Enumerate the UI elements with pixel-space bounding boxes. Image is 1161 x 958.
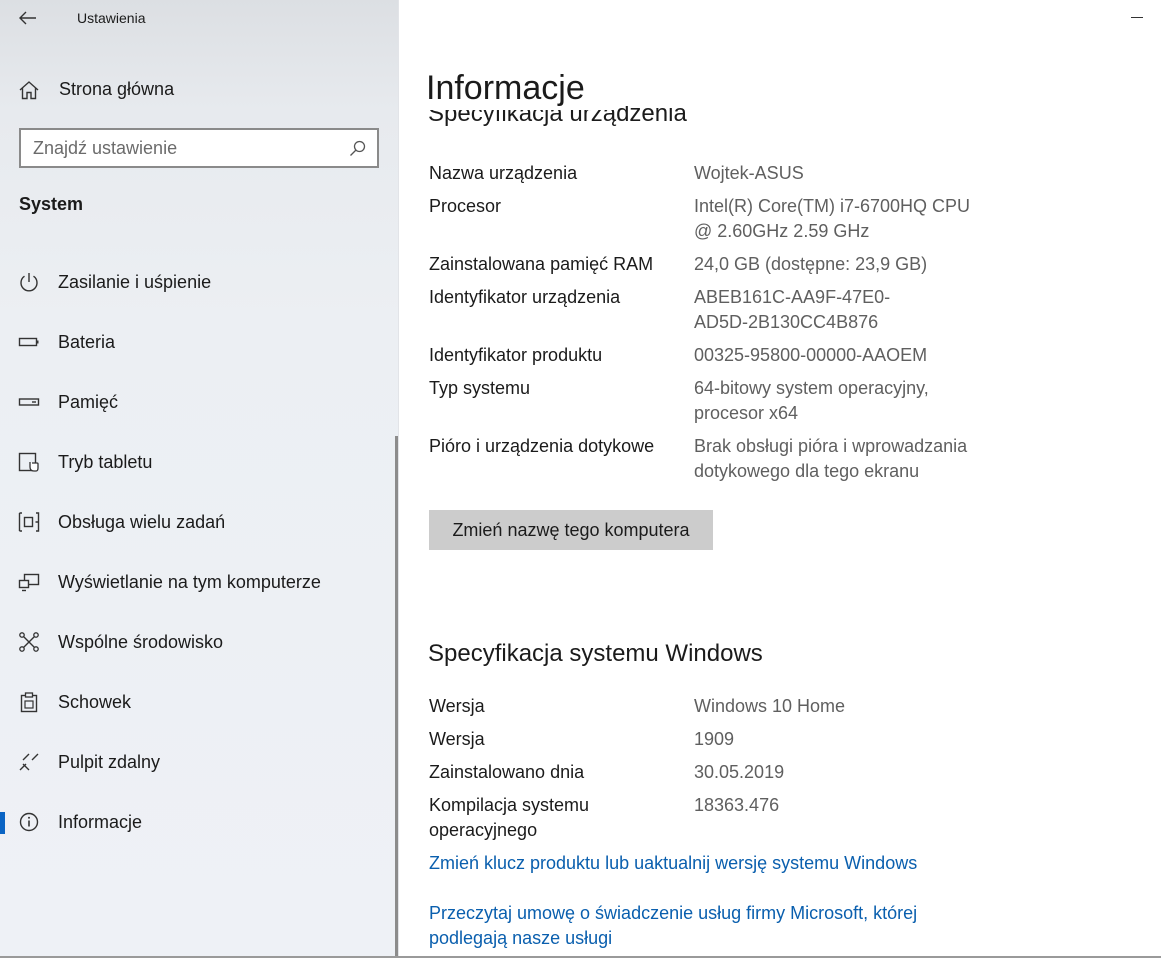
rename-pc-button[interactable]: Zmień nazwę tego komputera — [429, 510, 713, 550]
spec-key: Procesor — [429, 196, 502, 216]
change-product-key-link[interactable]: Zmień klucz produktu lub uaktualnij wers… — [429, 851, 989, 876]
sidebar: Ustawienia Strona główna System Zasilani… — [0, 0, 399, 958]
projecting-icon — [17, 571, 41, 593]
sidebar-item-about[interactable]: Informacje — [0, 798, 395, 846]
spec-value: Brak obsługi pióra i wprowadzania dotyko… — [694, 436, 968, 481]
search-input[interactable] — [33, 136, 333, 160]
spec-value: Wojtek-ASUS — [694, 163, 804, 183]
clipboard-icon — [17, 691, 41, 713]
services-agreement-link[interactable]: Przeczytaj umowę o świadczenie usług fir… — [429, 901, 959, 951]
spec-value: Windows 10 Home — [694, 696, 846, 716]
sidebar-item-multitasking[interactable]: Obsługa wielu zadań — [0, 498, 395, 546]
sidebar-item-battery[interactable]: Bateria — [0, 318, 395, 366]
sidebar-item-label: Pamięć — [58, 392, 119, 412]
spec-value: 1909 — [694, 729, 735, 749]
spec-key: Zainstalowana pamięć RAM — [429, 254, 654, 274]
remote-desktop-icon — [17, 751, 41, 773]
storage-icon — [17, 391, 41, 413]
search-box[interactable] — [19, 128, 379, 168]
spec-key: Wersja — [429, 729, 485, 749]
spec-value: 00325-95800-00000-AAOEM — [694, 345, 928, 365]
sidebar-home-label: Strona główna — [59, 79, 175, 99]
sidebar-item-remote-desktop[interactable]: Pulpit zdalny — [0, 738, 395, 786]
sidebar-item-label: Obsługa wielu zadań — [58, 512, 226, 532]
sidebar-item-label: Zasilanie i uśpienie — [58, 272, 212, 292]
sidebar-item-label: Wspólne środowisko — [58, 632, 224, 652]
page-title: Informacje — [426, 68, 615, 110]
sidebar-item-label: Wyświetlanie na tym komputerze — [58, 572, 321, 592]
spec-value: 24,0 GB (dostępne: 23,9 GB) — [694, 254, 928, 274]
sidebar-item-power-sleep[interactable]: Zasilanie i uśpienie — [0, 258, 395, 306]
windows-specs-heading: Specyfikacja systemu Windows — [428, 640, 763, 667]
sidebar-item-tablet-mode[interactable]: Tryb tabletu — [0, 438, 395, 486]
title-bar: Ustawienia — [0, 0, 399, 36]
spec-key: Typ systemu — [429, 378, 531, 398]
spec-key: Pióro i urządzenia dotykowe — [429, 436, 655, 456]
minimize-button[interactable] — [1127, 6, 1147, 26]
sidebar-item-clipboard[interactable]: Schowek — [0, 678, 395, 726]
sidebar-item-storage[interactable]: Pamięć — [0, 378, 395, 426]
app-title: Ustawienia — [77, 10, 146, 26]
sidebar-item-label: Tryb tabletu — [58, 452, 153, 472]
back-arrow-icon — [19, 11, 36, 25]
search-icon[interactable] — [349, 139, 367, 157]
multitasking-icon — [17, 511, 41, 533]
sidebar-item-label: Bateria — [58, 332, 116, 352]
sidebar-item-label: Schowek — [58, 692, 132, 712]
spec-key: Identyfikator produktu — [429, 345, 603, 365]
spec-value: 30.05.2019 — [694, 762, 785, 782]
shared-experiences-icon — [17, 631, 41, 653]
info-icon — [17, 811, 41, 833]
battery-icon — [17, 331, 41, 353]
spec-key: Nazwa urządzenia — [429, 163, 578, 183]
home-icon — [19, 81, 39, 100]
spec-key: Wersja — [429, 696, 485, 716]
sidebar-item-shared-experiences[interactable]: Wspólne środowisko — [0, 618, 395, 666]
spec-value: ABEB161C-AA9F-47E0-AD5D-2B130CC4B876 — [694, 287, 891, 332]
sidebar-item-label: Informacje — [58, 812, 143, 832]
sidebar-item-projecting[interactable]: Wyświetlanie na tym komputerze — [0, 558, 395, 606]
power-icon — [17, 271, 41, 293]
sidebar-scrollbar[interactable] — [395, 436, 398, 958]
spec-value: 64-bitowy system operacyjny, procesor x6… — [694, 378, 929, 423]
spec-key: Zainstalowano dnia — [429, 762, 585, 782]
active-indicator — [0, 812, 5, 834]
sidebar-section-title: System — [19, 194, 84, 214]
main-content: Informacje Specyfikacja urządzenia Nazwa… — [400, 0, 1161, 958]
spec-key: Kompilacja systemu operacyjnego — [429, 795, 590, 840]
back-button[interactable] — [14, 4, 42, 32]
spec-value: 18363.476 — [694, 795, 780, 815]
spec-value: Intel(R) Core(TM) i7-6700HQ CPU @ 2.60GH… — [694, 196, 971, 241]
spec-key: Identyfikator urządzenia — [429, 287, 621, 307]
sidebar-home[interactable]: Strona główna — [0, 70, 399, 108]
tablet-mode-icon — [17, 451, 41, 473]
sidebar-item-label: Pulpit zdalny — [58, 752, 161, 772]
